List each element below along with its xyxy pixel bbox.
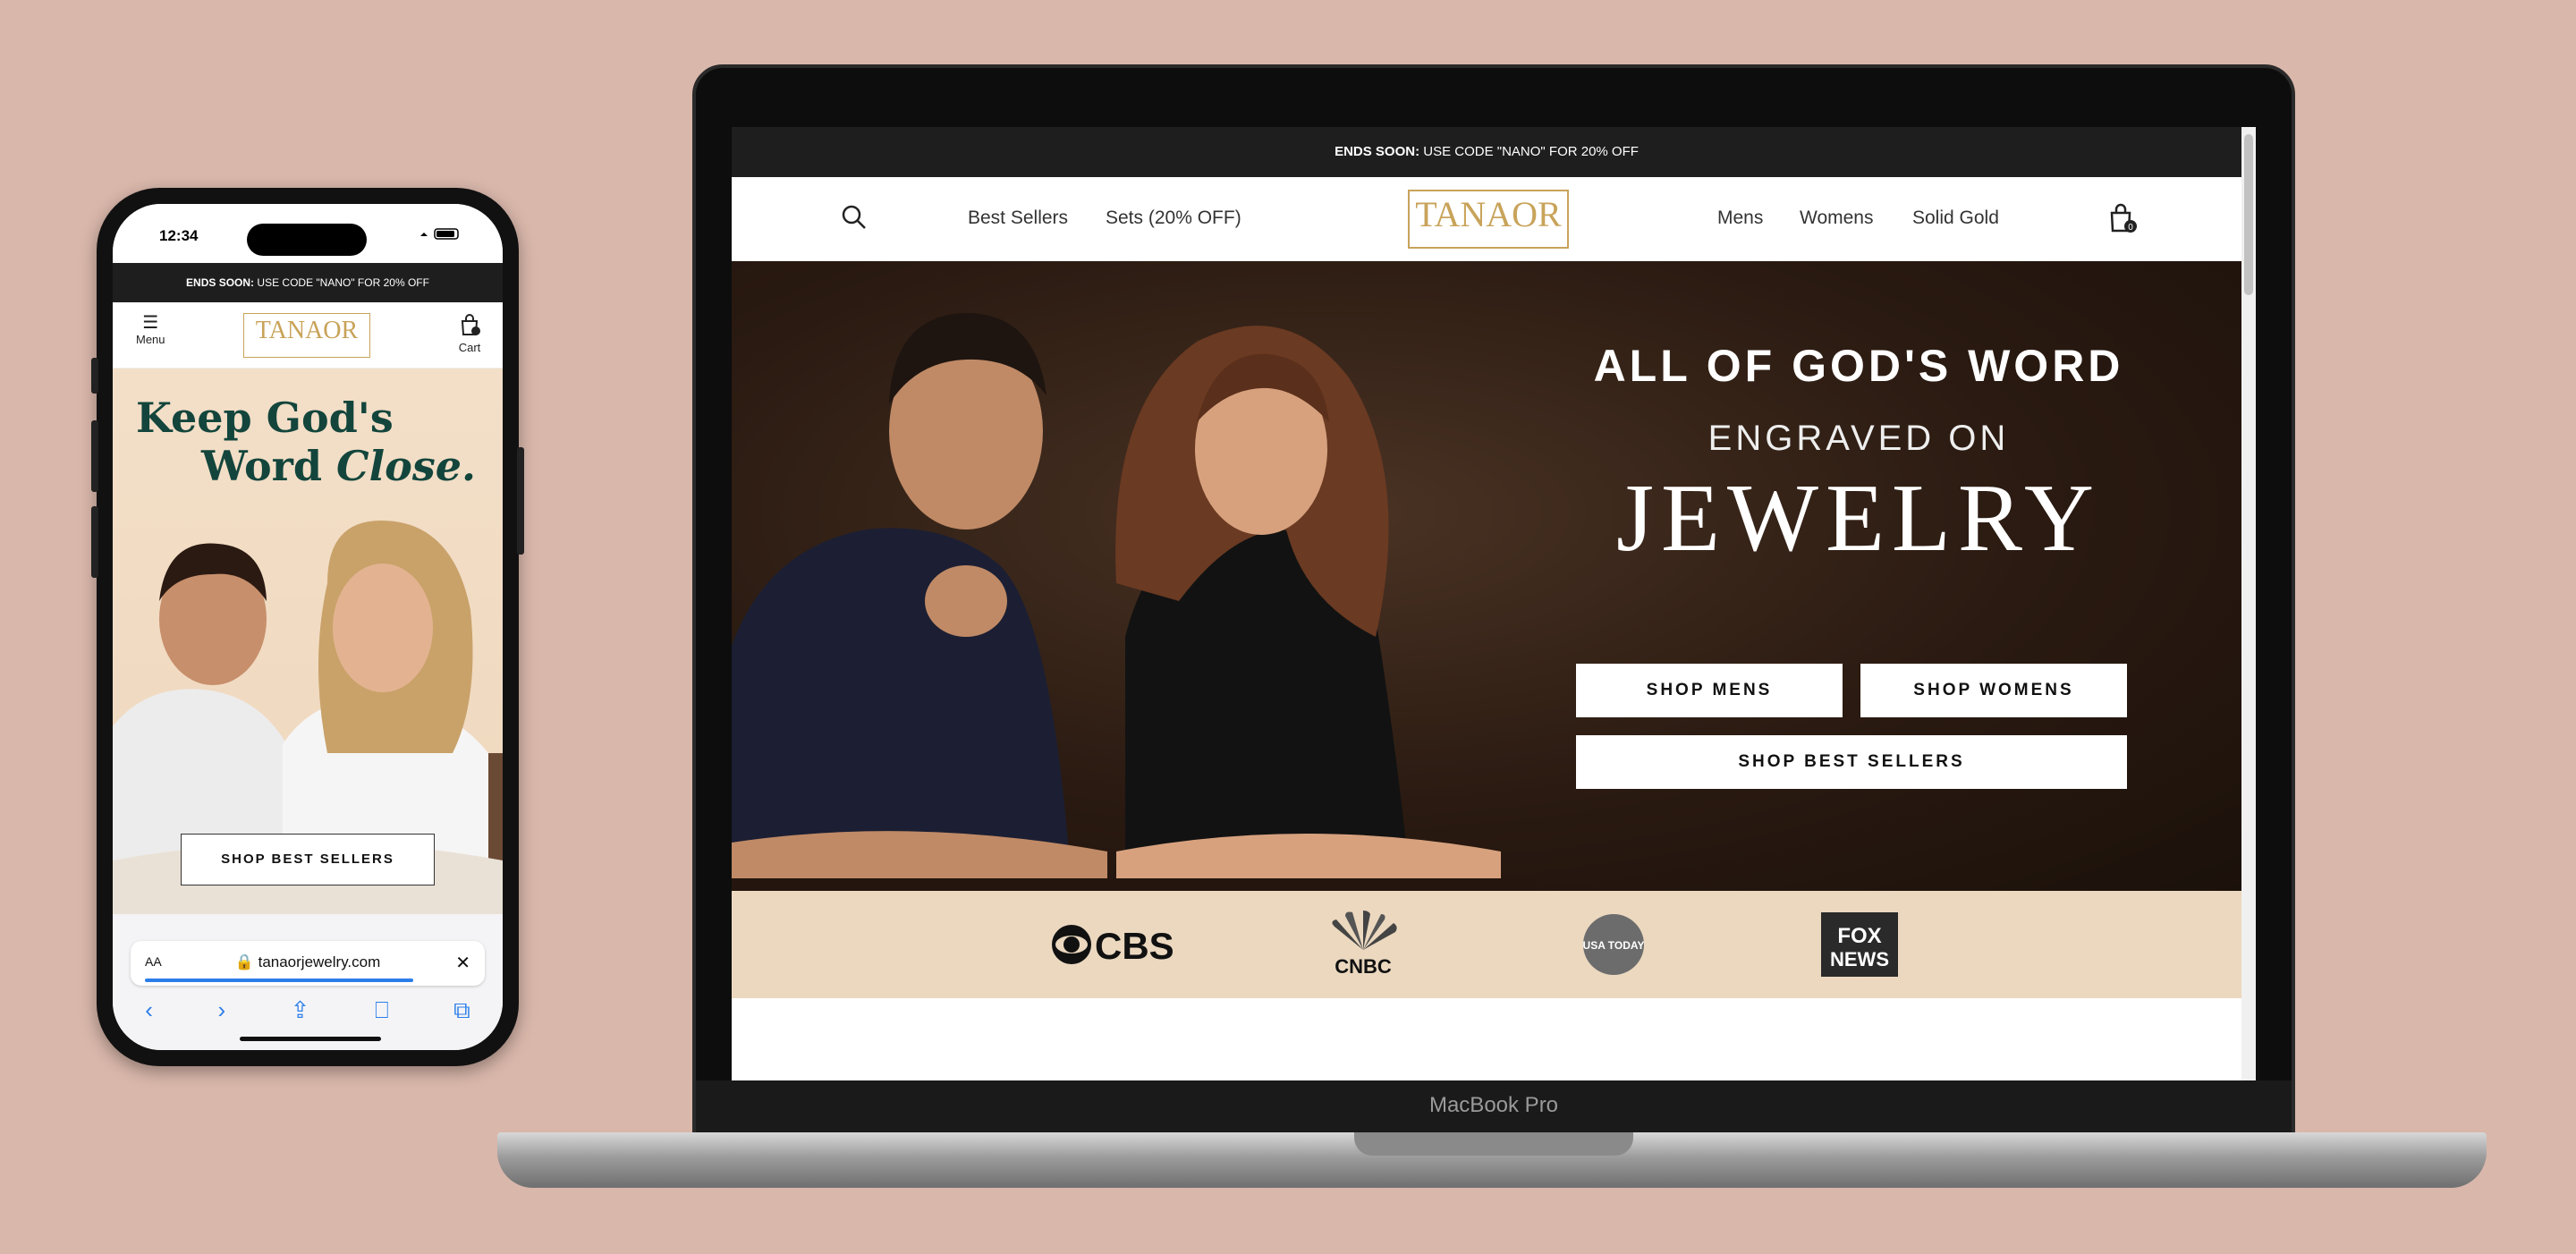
phone-power-button xyxy=(517,447,524,555)
fox-news-logo: FOX NEWS FOX NEWS xyxy=(1819,911,1900,983)
bag-icon xyxy=(461,314,480,335)
nav-mens[interactable]: Mens xyxy=(1717,208,1763,229)
phone-volume-down xyxy=(91,506,98,578)
couple-photo xyxy=(732,313,1537,891)
status-icons xyxy=(417,227,463,242)
logo-text: TANAOR xyxy=(255,317,359,344)
mobile-header: ☰ Menu TANAOR Cart xyxy=(113,302,503,369)
forward-icon[interactable]: › xyxy=(217,996,225,1025)
loading-progress xyxy=(145,979,413,982)
hero-line2-close: Close. xyxy=(336,442,476,490)
promo-lead: ENDS SOON: xyxy=(1335,144,1420,159)
cbs-logo: CBS xyxy=(1050,921,1182,972)
hero-line2-word: Word xyxy=(201,442,337,490)
svg-text:FOX NEWS: FOX NEWS xyxy=(1860,976,1865,978)
press-bar: CBS CNBC USA TODAY FOX NEWS FOX NEWS xyxy=(732,891,2241,998)
promo-lead: ENDS SOON: xyxy=(186,276,255,289)
phone-side-button xyxy=(91,358,98,394)
status-bar: 12:34 xyxy=(113,204,503,263)
nav-sets[interactable]: Sets (20% OFF) xyxy=(1106,208,1241,229)
laptop-screen: ENDS SOON: USE CODE "NANO" FOR 20% OFF B… xyxy=(732,127,2256,1080)
menu-label: Menu xyxy=(136,333,165,346)
svg-text:CBS: CBS xyxy=(1095,925,1174,967)
mobile-hero-heading: Keep God's Word Close. xyxy=(136,394,485,490)
shop-best-sellers-button[interactable]: SHOP BEST SELLERS xyxy=(181,834,435,885)
cart-count: 0 xyxy=(2128,223,2133,233)
url-text: 🔒 tanaorjewelry.com xyxy=(234,953,381,970)
bookmarks-icon[interactable]: ⎕ xyxy=(375,996,389,1025)
close-icon[interactable]: ✕ xyxy=(455,952,470,974)
logo-text: TANAOR xyxy=(1415,194,1562,234)
search-icon[interactable] xyxy=(841,204,868,231)
bag-icon[interactable]: 0 xyxy=(2107,202,2138,234)
hamburger-icon: ☰ xyxy=(142,313,159,333)
address-bar[interactable]: AA 🔒 tanaorjewelry.com ✕ xyxy=(131,941,485,986)
hero-subheading: ENGRAVED ON xyxy=(1707,419,2010,458)
browser-nav: ‹ › ⇪ ⎕ ⧉ xyxy=(113,996,503,1025)
menu-button[interactable]: ☰ Menu xyxy=(136,313,165,346)
svg-text:NEWS: NEWS xyxy=(1830,948,1889,970)
page-content-below xyxy=(732,998,2241,1080)
cart-button[interactable]: Cart xyxy=(458,313,481,354)
tabs-icon[interactable]: ⧉ xyxy=(453,996,470,1025)
shop-best-sellers-button[interactable]: SHOP BEST SELLERS xyxy=(1576,735,2127,789)
device-label: MacBook Pro xyxy=(1428,1093,1559,1117)
cart-label: Cart xyxy=(458,341,481,354)
laptop-chin: MacBook Pro xyxy=(696,1080,2292,1134)
promo-text: USE CODE "NANO" FOR 20% OFF xyxy=(1419,144,1639,159)
shop-womens-button[interactable]: SHOP WOMENS xyxy=(1860,664,2127,717)
svg-text:USA TODAY: USA TODAY xyxy=(1583,939,1645,952)
shop-mens-button[interactable]: SHOP MENS xyxy=(1576,664,1843,717)
scrollbar-thumb[interactable] xyxy=(2244,134,2253,295)
logo[interactable]: TANAOR xyxy=(243,313,370,358)
cnbc-logo: CNBC xyxy=(1318,911,1408,983)
wifi-battery-icon xyxy=(420,228,459,240)
promo-text: USE CODE "NANO" FOR 20% OFF xyxy=(254,276,429,289)
hero-line1: Keep God's xyxy=(136,394,394,442)
dynamic-island xyxy=(247,224,367,256)
scrollbar[interactable] xyxy=(2241,127,2256,1080)
browser-toolbar: AA 🔒 tanaorjewelry.com ✕ ‹ › ⇪ ⎕ ⧉ xyxy=(113,914,503,1050)
phone-volume-up xyxy=(91,420,98,492)
nav-best-sellers[interactable]: Best Sellers xyxy=(968,208,1068,229)
laptop-notch xyxy=(1354,1132,1633,1156)
hero-heading: ALL OF GOD'S WORD xyxy=(1593,341,2124,391)
home-indicator xyxy=(240,1037,381,1041)
status-time: 12:34 xyxy=(159,227,199,244)
promo-banner: ENDS SOON: USE CODE "NANO" FOR 20% OFF xyxy=(113,263,503,302)
promo-banner: ENDS SOON: USE CODE "NANO" FOR 20% OFF xyxy=(732,127,2241,177)
svg-text:CNBC: CNBC xyxy=(1335,955,1392,978)
phone-screen: 12:34 ENDS SOON: USE CODE "NANO" FOR 20%… xyxy=(113,204,503,1050)
back-icon[interactable]: ‹ xyxy=(145,996,153,1025)
nav-womens[interactable]: Womens xyxy=(1800,208,1873,229)
nav-solid-gold[interactable]: Solid Gold xyxy=(1912,208,1999,229)
phone-device: 12:34 ENDS SOON: USE CODE "NANO" FOR 20%… xyxy=(91,188,524,1066)
hero-line2: Word Close. xyxy=(136,442,485,490)
svg-text:FOX: FOX xyxy=(1837,924,1881,948)
hero-banner: ALL OF GOD'S WORD ENGRAVED ON JEWELRY SH… xyxy=(732,261,2241,891)
site-header: Best Sellers Sets (20% OFF) TANAOR Mens … xyxy=(732,177,2241,261)
share-icon[interactable]: ⇪ xyxy=(291,996,310,1025)
logo[interactable]: TANAOR xyxy=(1408,190,1569,249)
mobile-hero: Keep God's Word Close. SHOP BEST SELLERS xyxy=(113,369,503,914)
usa-today-logo: USA TODAY xyxy=(1580,911,1648,983)
hero-title: JEWELRY xyxy=(1616,465,2101,572)
